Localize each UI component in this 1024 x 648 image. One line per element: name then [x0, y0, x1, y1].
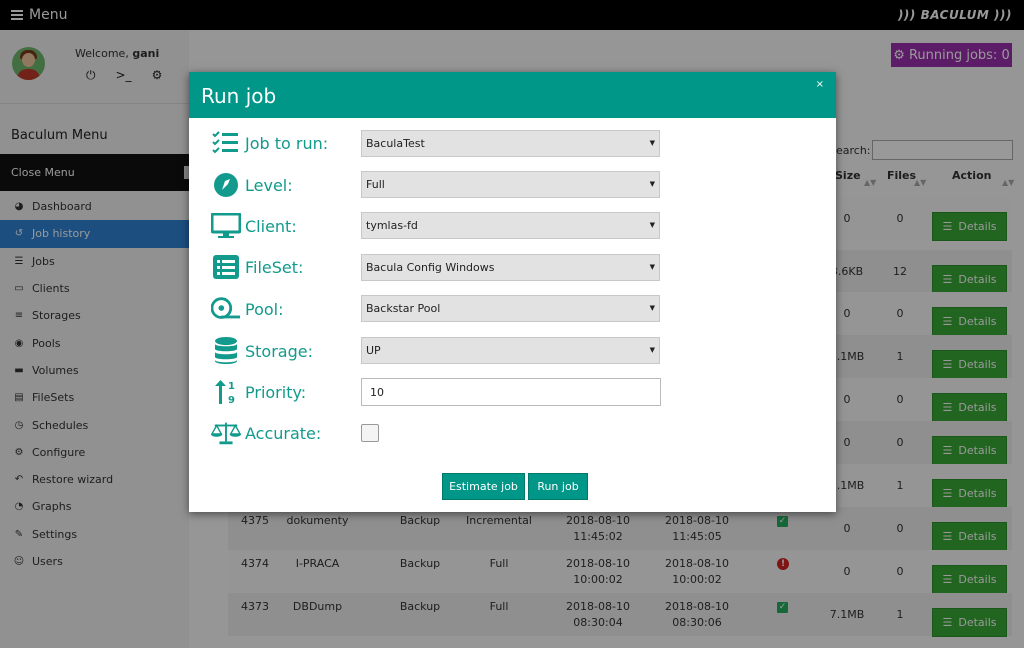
caret-down-icon: ▼: [649, 221, 655, 229]
client-select[interactable]: tymlas-fd ▼: [361, 212, 660, 239]
field-priority: 19 Priority:: [211, 377, 306, 407]
sort-numeric-icon: 19: [211, 378, 241, 406]
estimate-job-button[interactable]: Estimate job: [442, 473, 525, 500]
monitor-icon: [211, 212, 241, 240]
accurate-label: Accurate:: [245, 423, 322, 443]
job-label: Job to run:: [245, 133, 329, 153]
run-job-modal: Run job × Job to run: BaculaTest ▼ Level:…: [189, 72, 836, 512]
accurate-checkbox[interactable]: [361, 424, 379, 442]
fileset-value: Bacula Config Windows: [366, 261, 495, 274]
field-level: Level:: [211, 170, 293, 200]
caret-down-icon: ▼: [649, 180, 655, 188]
job-select[interactable]: BaculaTest ▼: [361, 130, 660, 157]
priority-input[interactable]: 10: [361, 378, 661, 406]
field-pool: Pool:: [211, 294, 284, 324]
level-value: Full: [366, 178, 385, 191]
fileset-label: FileSet:: [245, 257, 304, 277]
storage-select[interactable]: UP ▼: [361, 337, 660, 364]
checklist-icon: [211, 129, 241, 157]
storage-value: UP: [366, 344, 381, 357]
priority-label: Priority:: [245, 382, 307, 402]
close-icon[interactable]: ×: [816, 79, 824, 90]
fileset-select[interactable]: Bacula Config Windows ▼: [361, 254, 660, 281]
modal-header: Run job ×: [189, 72, 836, 118]
client-label: Client:: [245, 216, 297, 236]
caret-down-icon: ▼: [649, 346, 655, 354]
field-storage: Storage:: [211, 336, 313, 366]
caret-down-icon: ▼: [649, 304, 655, 312]
client-value: tymlas-fd: [366, 219, 418, 232]
job-value: BaculaTest: [366, 137, 425, 150]
storage-label: Storage:: [245, 341, 313, 361]
database-icon: [211, 337, 241, 365]
run-job-button[interactable]: Run job: [528, 473, 588, 500]
caret-down-icon: ▼: [649, 139, 655, 147]
pool-select[interactable]: Backstar Pool ▼: [361, 295, 660, 322]
pool-value: Backstar Pool: [366, 302, 441, 315]
caret-down-icon: ▼: [649, 263, 655, 271]
modal-title: Run job: [201, 84, 277, 108]
field-client: Client:: [211, 211, 297, 241]
tape-icon: [211, 295, 241, 323]
pool-label: Pool:: [245, 299, 284, 319]
level-label: Level:: [245, 175, 293, 195]
balance-scale-icon: [211, 419, 241, 447]
field-job: Job to run:: [211, 128, 328, 158]
level-select[interactable]: Full ▼: [361, 171, 660, 198]
fileset-icon: [211, 253, 241, 281]
field-accurate: Accurate:: [211, 418, 321, 448]
svg-text:9: 9: [228, 395, 235, 405]
svg-text:1: 1: [228, 381, 235, 392]
field-fileset: FileSet:: [211, 252, 303, 282]
level-icon: [211, 171, 241, 199]
